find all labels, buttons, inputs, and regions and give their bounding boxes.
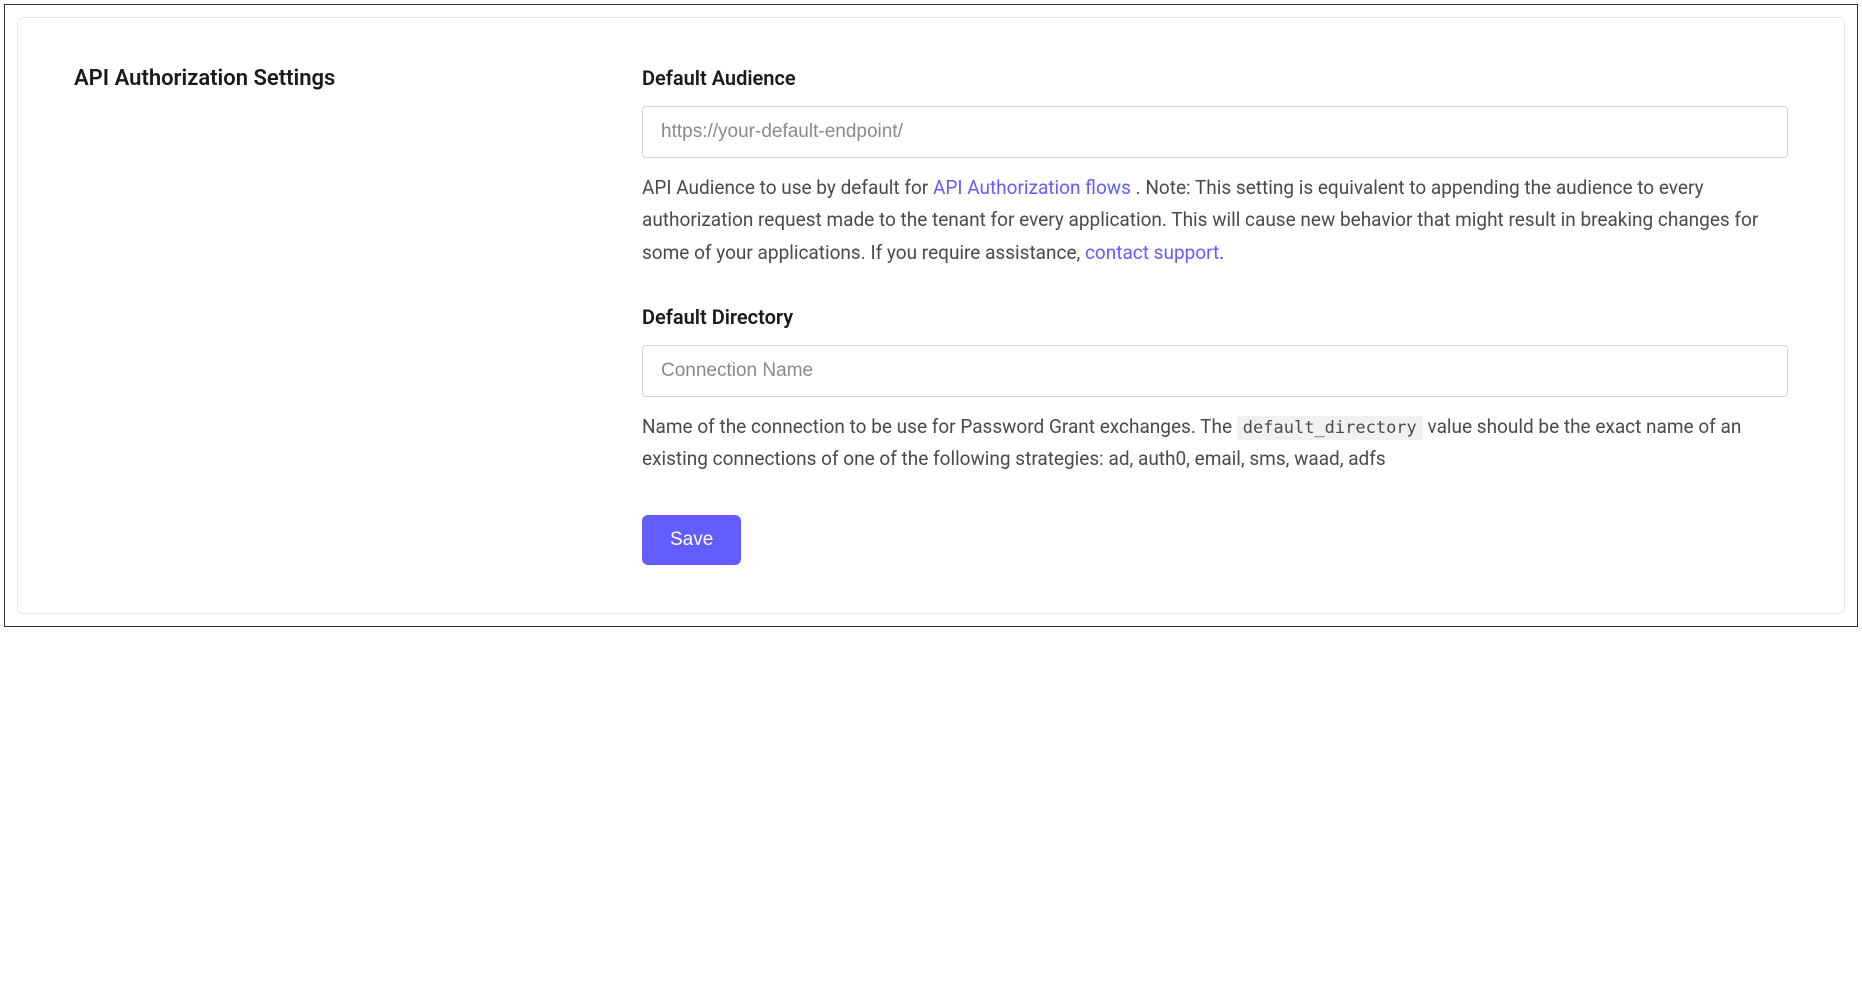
default-directory-help: Name of the connection to be use for Pas… (642, 411, 1788, 476)
section-title: API Authorization Settings (74, 66, 594, 91)
default-audience-label: Default Audience (642, 66, 1788, 90)
settings-panel-outer: API Authorization Settings Default Audie… (4, 4, 1858, 627)
contact-support-link[interactable]: contact support (1085, 241, 1219, 264)
default-directory-label: Default Directory (642, 305, 1788, 329)
settings-card: API Authorization Settings Default Audie… (17, 17, 1845, 614)
button-row: Save (642, 515, 1788, 565)
default-audience-help: API Audience to use by default for API A… (642, 172, 1788, 269)
help-text-segment: Name of the connection to be use for Pas… (642, 415, 1237, 438)
default-directory-field-group: Default Directory Name of the connection… (642, 305, 1788, 476)
default-directory-code: default_directory (1237, 416, 1423, 440)
settings-fields-column: Default Audience API Audience to use by … (642, 66, 1788, 565)
default-audience-input[interactable] (642, 106, 1788, 158)
api-authorization-flows-link[interactable]: API Authorization flows (933, 176, 1131, 199)
section-title-column: API Authorization Settings (74, 66, 594, 565)
help-text-segment: . (1219, 241, 1224, 264)
default-directory-input[interactable] (642, 345, 1788, 397)
default-audience-field-group: Default Audience API Audience to use by … (642, 66, 1788, 269)
help-text-segment: API Audience to use by default for (642, 176, 933, 199)
save-button[interactable]: Save (642, 515, 741, 565)
